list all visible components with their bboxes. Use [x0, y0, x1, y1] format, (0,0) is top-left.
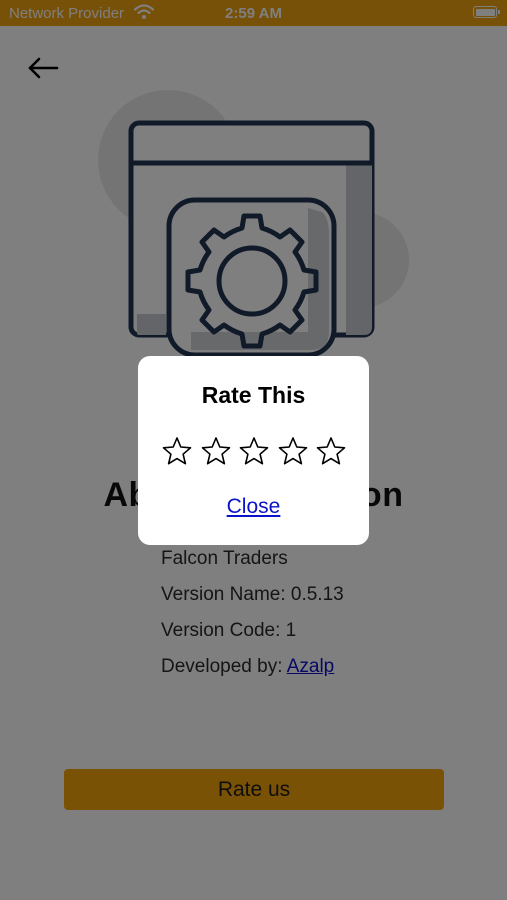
rate-dialog: Rate This Close — [138, 356, 369, 545]
star-icon[interactable] — [316, 436, 346, 466]
star-icon[interactable] — [278, 436, 308, 466]
star-icon[interactable] — [162, 436, 192, 466]
star-icon[interactable] — [239, 436, 269, 466]
star-icon[interactable] — [201, 436, 231, 466]
star-rating — [162, 436, 346, 468]
close-button[interactable]: Close — [138, 495, 369, 519]
dialog-title: Rate This — [201, 382, 306, 408]
